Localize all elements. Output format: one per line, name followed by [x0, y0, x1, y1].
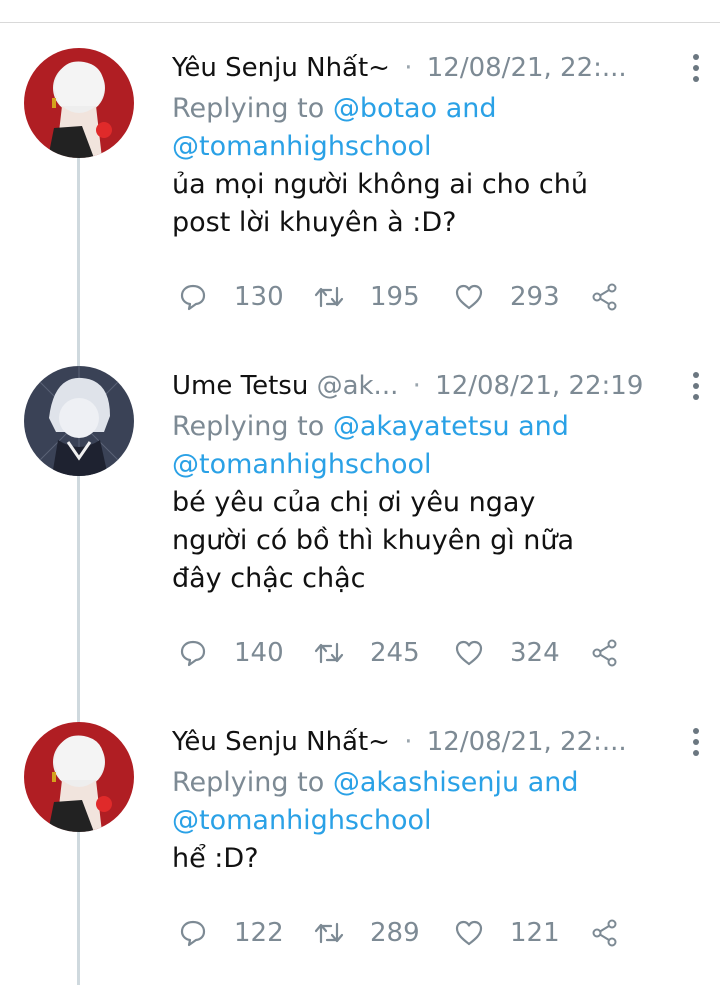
reply-mention-link[interactable]: @tomanhighschool [172, 131, 432, 162]
tweet-text: hể :D? [172, 840, 700, 878]
thread-line [77, 158, 80, 366]
display-name[interactable]: Yêu Senju Nhất~ [172, 53, 390, 83]
top-divider [0, 22, 720, 23]
reply-mention-link[interactable]: @akayatetsu and [333, 411, 569, 442]
tweet-actions: 130 195 293 [172, 280, 642, 314]
reply-mention-link[interactable]: @tomanhighschool [172, 449, 432, 480]
share-button[interactable] [590, 280, 620, 314]
reply-icon [180, 284, 206, 311]
reply-button[interactable]: 140 [178, 636, 284, 670]
timestamp[interactable]: 12/08/21, 22:19 [435, 371, 643, 401]
avatar[interactable] [24, 366, 134, 476]
replying-to: Replying to @akashisenju and @tomanhighs… [172, 764, 700, 840]
share-icon [592, 919, 617, 947]
timestamp[interactable]: 12/08/21, 22:... [427, 53, 627, 83]
reply-mention-link[interactable]: @botao and [333, 93, 497, 124]
separator: · [412, 371, 421, 401]
reply-count: 122 [234, 918, 284, 948]
like-count: 293 [510, 282, 560, 312]
share-icon [592, 639, 617, 667]
tweet-actions: 140 245 324 [172, 636, 642, 670]
more-options-icon[interactable] [686, 52, 706, 84]
reply-count: 130 [234, 282, 284, 312]
tweet-text-line: post lời khuyên à :D? [172, 207, 457, 238]
replying-to-label: Replying to [172, 767, 325, 798]
tweet-text-line: đây chậc chậc [172, 563, 366, 594]
reply-icon [180, 640, 206, 667]
reply-icon [180, 920, 206, 947]
replying-to-label: Replying to [172, 411, 325, 442]
replying-to: Replying to @botao and @tomanhighschool [172, 90, 700, 166]
display-name[interactable]: Yêu Senju Nhất~ [172, 727, 390, 757]
avatar[interactable] [24, 48, 134, 158]
heart-icon [455, 640, 483, 666]
retweet-button[interactable]: 289 [314, 916, 420, 950]
reply-count: 140 [234, 638, 284, 668]
tweet-text: bé yêu của chị ơi yêu ngay người có bồ t… [172, 484, 700, 598]
replying-to: Replying to @akayatetsu and @tomanhighsc… [172, 408, 700, 484]
heart-icon [455, 920, 483, 946]
avatar[interactable] [24, 722, 134, 832]
retweet-count: 289 [370, 918, 420, 948]
share-icon [592, 283, 617, 311]
heart-icon [455, 284, 483, 310]
tweet-text-line: hể :D? [172, 843, 259, 874]
reply-button[interactable]: 122 [178, 916, 284, 950]
display-name[interactable]: Ume Tetsu [172, 371, 308, 401]
retweet-button[interactable]: 245 [314, 636, 420, 670]
like-count: 121 [510, 918, 560, 948]
retweet-icon [314, 286, 344, 308]
reply-mention-link[interactable]: @tomanhighschool [172, 805, 432, 836]
reply-button[interactable]: 130 [178, 280, 284, 314]
timestamp[interactable]: 12/08/21, 22:... [427, 727, 627, 757]
retweet-count: 195 [370, 282, 420, 312]
retweet-count: 245 [370, 638, 420, 668]
tweet-text-line: ủa mọi người không ai cho chủ [172, 169, 588, 200]
like-count: 324 [510, 638, 560, 668]
tweet-actions: 122 289 121 [172, 916, 642, 950]
user-handle[interactable]: @ak... [317, 371, 399, 401]
like-button[interactable]: 121 [454, 916, 560, 950]
like-button[interactable]: 293 [454, 280, 560, 314]
retweet-icon [314, 922, 344, 944]
reply-mention-link[interactable]: @akashisenju and [333, 767, 579, 798]
retweet-icon [314, 642, 344, 664]
tweet-text: ủa mọi người không ai cho chủ post lời k… [172, 166, 700, 242]
thread-line [77, 476, 80, 722]
thread-line [77, 832, 80, 985]
more-options-icon[interactable] [686, 370, 706, 402]
like-button[interactable]: 324 [454, 636, 560, 670]
retweet-button[interactable]: 195 [314, 280, 420, 314]
share-button[interactable] [590, 916, 620, 950]
tweet-text-line: người có bồ thì khuyên gì nữa [172, 525, 575, 556]
more-options-icon[interactable] [686, 726, 706, 758]
tweet-text-line: bé yêu của chị ơi yêu ngay [172, 487, 536, 518]
separator: · [404, 727, 413, 757]
share-button[interactable] [590, 636, 620, 670]
separator: · [404, 53, 413, 83]
replying-to-label: Replying to [172, 93, 325, 124]
